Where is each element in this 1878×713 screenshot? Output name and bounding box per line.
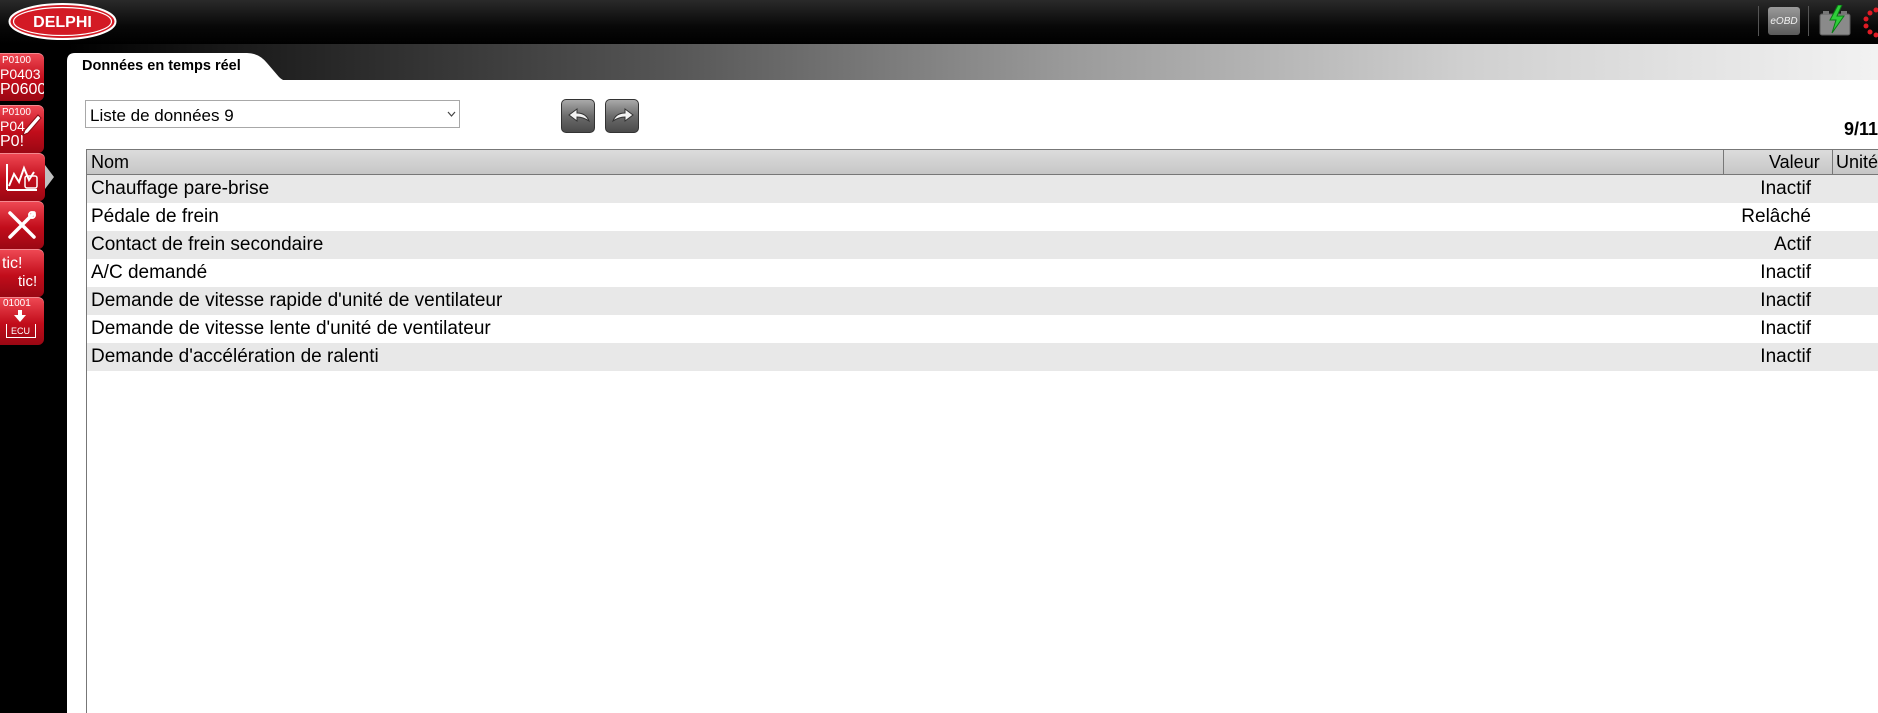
- table-row[interactable]: Demande de vitesse lente d'unité de vent…: [87, 315, 1878, 343]
- table-row[interactable]: Contact de frein secondaire Actif: [87, 231, 1878, 259]
- dock-ecu-program-button[interactable]: 01001 ECU: [0, 297, 44, 345]
- row-value: Inactif: [1760, 262, 1811, 283]
- row-value: Actif: [1774, 234, 1811, 255]
- eobd-label: eOBD: [1770, 15, 1798, 27]
- table-row[interactable]: A/C demandé Inactif: [87, 259, 1878, 287]
- eraser-pencil-icon: [22, 114, 42, 136]
- next-list-button[interactable]: [605, 99, 639, 133]
- dock-dtc-clear-button[interactable]: P0100 P04 P0!: [0, 105, 44, 153]
- column-divider[interactable]: [1723, 150, 1724, 175]
- dock-ecu-line: 01001: [3, 298, 31, 309]
- dock-tic-line: tic!: [18, 273, 38, 290]
- svg-text:DELPHI: DELPHI: [33, 14, 92, 31]
- table-row[interactable]: Demande d'accélération de ralenti Inacti…: [87, 343, 1878, 371]
- row-name: Contact de frein secondaire: [91, 234, 324, 255]
- table-header: Nom Valeur Unité: [87, 150, 1878, 175]
- dock-tic-button[interactable]: tic! tic!: [0, 249, 44, 297]
- live-data-table: Nom Valeur Unité Chauffage pare-brise In…: [86, 149, 1878, 713]
- toolbar-separator: [1758, 6, 1759, 36]
- page-indicator: 9/11: [1843, 119, 1878, 139]
- previous-list-button[interactable]: [561, 99, 595, 133]
- row-name: Demande de vitesse lente d'unité de vent…: [91, 318, 491, 339]
- data-list-selected-value: Liste de données 9: [90, 106, 234, 125]
- arrow-right-icon: [611, 108, 634, 123]
- arrow-left-icon: [568, 108, 591, 123]
- live-data-graph-icon: [6, 164, 38, 191]
- data-list-select[interactable]: Liste de données 9: [85, 100, 460, 128]
- tab-strip: [67, 44, 1878, 80]
- row-value: Inactif: [1760, 178, 1811, 199]
- column-divider[interactable]: [1832, 150, 1833, 175]
- row-value: Relâché: [1741, 206, 1811, 227]
- download-arrow-icon: [14, 310, 26, 322]
- row-name: A/C demandé: [91, 262, 208, 283]
- column-header-unit[interactable]: Unité: [1836, 152, 1878, 173]
- dock-dtc-line: P0403: [0, 66, 41, 82]
- dock-tools-button[interactable]: [0, 201, 44, 249]
- row-name: Demande d'accélération de ralenti: [91, 346, 379, 367]
- left-dock: P0100 P0403 P0600 P0100 P04 P0! tic! tic…: [0, 44, 60, 713]
- row-name: Demande de vitesse rapide d'unité de ven…: [91, 290, 503, 311]
- row-value: Inactif: [1760, 290, 1811, 311]
- dock-dtc-line: P0100: [2, 55, 31, 66]
- table-row[interactable]: Pédale de frein Relâché: [87, 203, 1878, 231]
- row-value: Inactif: [1760, 318, 1811, 339]
- delphi-logo: DELPHI: [8, 3, 117, 40]
- battery-charge-icon[interactable]: [1818, 5, 1852, 37]
- row-name: Chauffage pare-brise: [91, 178, 270, 199]
- table-row[interactable]: Chauffage pare-brise Inactif: [87, 175, 1878, 203]
- chevron-down-icon: [447, 111, 456, 117]
- active-indicator: [45, 165, 54, 189]
- column-header-name[interactable]: Nom: [91, 152, 129, 173]
- table-row[interactable]: Demande de vitesse rapide d'unité de ven…: [87, 287, 1878, 315]
- main-panel: Données en temps réel Liste de données 9…: [67, 44, 1878, 713]
- wrench-screwdriver-icon: [8, 211, 36, 239]
- top-bar: DELPHI eOBD: [0, 0, 1878, 44]
- row-value: Inactif: [1760, 346, 1811, 367]
- eobd-button[interactable]: eOBD: [1768, 7, 1800, 35]
- toolbar-separator: [1808, 6, 1809, 36]
- dock-dtc-read-button[interactable]: P0100 P0403 P0600: [0, 53, 44, 101]
- row-name: Pédale de frein: [91, 206, 219, 227]
- dock-dtc-line: P0600: [0, 81, 44, 98]
- dock-tic-line: tic!: [2, 255, 23, 272]
- loading-spinner-icon: [1863, 7, 1878, 38]
- dock-live-data-button[interactable]: [0, 153, 45, 201]
- tab-live-data[interactable]: Données en temps réel: [82, 58, 241, 74]
- column-header-value[interactable]: Valeur: [1769, 152, 1820, 173]
- dock-ecu-line: ECU: [11, 326, 31, 336]
